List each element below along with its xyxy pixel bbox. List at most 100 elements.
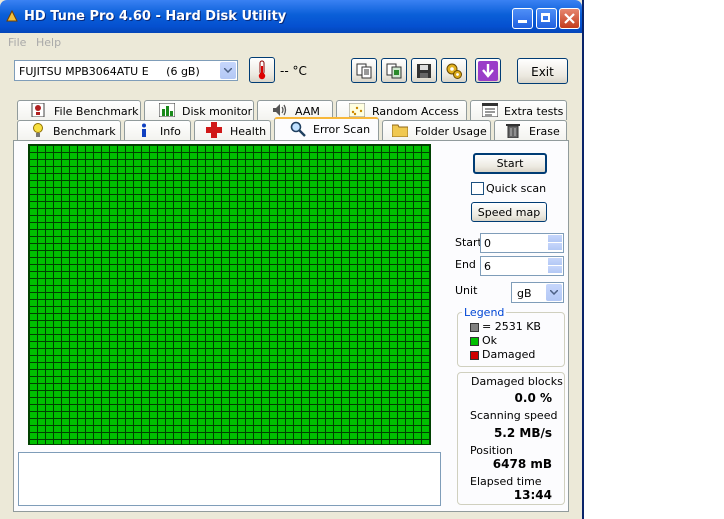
tab-extra-tests[interactable]: Extra tests	[470, 100, 567, 120]
file-benchmark-icon	[31, 103, 45, 117]
maximize-icon	[541, 13, 550, 22]
unit-select-value: gB	[517, 287, 532, 300]
position-value: 6478 mB	[492, 457, 552, 471]
speed-map-button[interactable]: Speed map	[471, 202, 547, 222]
start-button[interactable]: Start	[473, 153, 547, 174]
end-input[interactable]: 6	[480, 256, 564, 276]
close-icon	[564, 13, 575, 24]
extra-tests-icon	[482, 103, 498, 117]
app-icon	[6, 9, 18, 22]
chevron-down-icon	[220, 62, 236, 79]
random-access-icon	[349, 103, 365, 117]
close-button[interactable]	[559, 8, 580, 29]
menu-file[interactable]: File	[8, 36, 26, 49]
tab-health[interactable]: Health	[194, 120, 271, 140]
ok-swatch	[470, 336, 479, 346]
drive-select[interactable]: FUJITSU MPB3064ATU E (6 gB)	[14, 60, 238, 81]
tab-disk-monitor-label: Disk monitor	[182, 105, 253, 118]
tab-extra-tests-label: Extra tests	[504, 105, 564, 118]
tab-info[interactable]: Info	[124, 120, 191, 140]
damaged-blocks-value: 0.0 %	[514, 391, 552, 405]
position-label: Position	[470, 444, 513, 457]
legend-title: Legend	[462, 306, 507, 319]
elapsed-time-value: 13:44	[513, 488, 552, 502]
legend-damaged-text: Damaged	[482, 348, 536, 361]
spin-up-icon[interactable]	[548, 258, 562, 266]
legend-ok: Ok	[470, 334, 497, 347]
options-button[interactable]	[441, 58, 467, 83]
arrow-down-icon	[478, 61, 498, 81]
end-spinner[interactable]	[548, 258, 562, 274]
speaker-icon	[273, 104, 287, 116]
health-cross-icon	[206, 122, 222, 138]
quick-scan-checkbox[interactable]	[471, 182, 484, 195]
thermometer-icon	[258, 60, 266, 80]
quick-scan-label[interactable]: Quick scan	[486, 182, 546, 195]
spin-up-icon[interactable]	[548, 235, 562, 243]
gears-icon	[446, 63, 462, 79]
tab-folder-usage[interactable]: Folder Usage	[382, 120, 491, 140]
minimize-icon	[518, 20, 527, 23]
damaged-blocks-label: Damaged blocks	[471, 375, 563, 388]
maximize-button[interactable]	[536, 8, 557, 29]
tab-file-benchmark[interactable]: File Benchmark	[17, 100, 141, 120]
app-window: HD Tune Pro 4.60 - Hard Disk Utility Fil…	[0, 0, 584, 519]
spin-down-icon[interactable]	[548, 243, 562, 251]
lightbulb-icon	[33, 123, 43, 137]
info-icon	[142, 123, 146, 137]
temperature-value: -- °C	[280, 64, 307, 78]
copy-screenshot-button[interactable]	[381, 58, 407, 83]
menu-help[interactable]: Help	[36, 36, 61, 49]
menu-bar	[0, 33, 582, 52]
scan-log[interactable]	[18, 452, 441, 506]
title-bar[interactable]: HD Tune Pro 4.60 - Hard Disk Utility	[0, 0, 582, 33]
tab-erase-label: Erase	[529, 125, 560, 138]
legend-block-size: = 2531 KB	[470, 320, 541, 333]
chevron-down-icon	[546, 284, 562, 301]
minimize-to-tray-button[interactable]	[475, 58, 501, 83]
start-button-label: Start	[496, 157, 524, 170]
legend-damaged: Damaged	[470, 348, 535, 361]
block-swatch	[470, 322, 479, 332]
screenshot-icon	[386, 63, 402, 79]
drive-select-value: FUJITSU MPB3064ATU E (6 gB)	[19, 65, 200, 78]
minimize-button[interactable]	[512, 8, 533, 29]
tab-file-benchmark-label: File Benchmark	[54, 105, 139, 118]
start-input-value: 0	[484, 237, 491, 250]
elapsed-time-label: Elapsed time	[470, 475, 542, 488]
tab-health-label: Health	[230, 125, 267, 138]
legend-ok-text: Ok	[482, 334, 498, 347]
speed-map-button-label: Speed map	[477, 206, 541, 219]
start-spinner[interactable]	[548, 235, 562, 251]
spin-down-icon[interactable]	[548, 266, 562, 274]
tab-benchmark[interactable]: Benchmark	[17, 120, 121, 140]
scanning-speed-label: Scanning speed	[470, 409, 558, 422]
tab-folder-usage-label: Folder Usage	[415, 125, 487, 138]
tab-disk-monitor[interactable]: Disk monitor	[144, 100, 254, 120]
tab-benchmark-label: Benchmark	[53, 125, 116, 138]
temperature-button[interactable]	[249, 57, 275, 83]
start-input[interactable]: 0	[480, 233, 564, 253]
floppy-disk-icon	[417, 64, 431, 78]
disk-monitor-icon	[159, 103, 175, 117]
tab-erase[interactable]: Erase	[494, 120, 567, 140]
exit-button[interactable]: Exit	[517, 58, 568, 84]
damaged-swatch	[470, 350, 479, 360]
copy-icon	[356, 63, 372, 79]
end-field-label: End	[455, 258, 476, 271]
tab-info-label: Info	[160, 125, 181, 138]
tab-error-scan[interactable]: Error Scan	[274, 117, 379, 140]
save-button[interactable]	[411, 58, 437, 83]
unit-select[interactable]: gB	[511, 282, 564, 303]
start-field-label: Start	[455, 236, 482, 249]
scanning-speed-value: 5.2 MB/s	[493, 426, 552, 440]
magnifier-icon	[290, 121, 306, 137]
exit-button-label: Exit	[531, 65, 554, 79]
copy-info-button[interactable]	[351, 58, 377, 83]
scan-block-map	[28, 144, 431, 445]
trash-icon	[506, 124, 520, 138]
folder-icon	[392, 124, 408, 137]
window-title: HD Tune Pro 4.60 - Hard Disk Utility	[24, 9, 287, 24]
tab-random-access-label: Random Access	[372, 105, 459, 118]
unit-label: Unit	[455, 284, 478, 297]
